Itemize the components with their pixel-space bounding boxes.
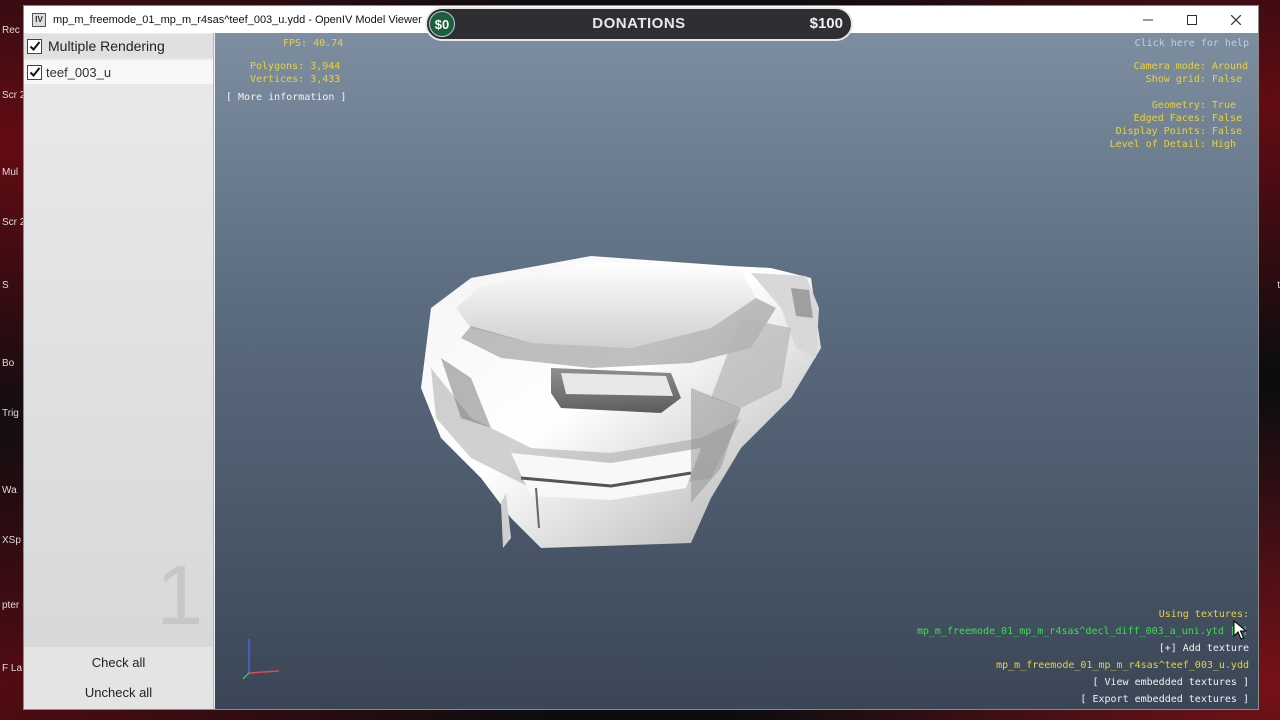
checkmark-icon <box>29 41 40 51</box>
desktop-label: t <box>1277 280 1280 291</box>
show-grid-readout[interactable]: Show grid: False <box>1146 74 1242 85</box>
openiv-app-icon: IV <box>32 12 46 27</box>
checkbox[interactable] <box>27 38 42 54</box>
display-points-readout[interactable]: Display Points: False <box>1116 126 1242 137</box>
desktop-label: XSp <box>2 535 21 546</box>
desktop-label: Trig <box>2 408 19 419</box>
texture-file-link[interactable]: mp_m_freemode_01_mp_m_r4sas^decl_diff_00… <box>917 626 1248 637</box>
list-item-label: teef_003_u <box>46 64 112 80</box>
donation-progress-bar: $0 DONATIONS $100 <box>425 7 853 41</box>
checkmark-icon <box>29 67 40 77</box>
uncheck-all-button[interactable]: Uncheck all <box>24 679 213 707</box>
donation-goal-amount: $100 <box>809 15 843 32</box>
list-item-label: Multiple Rendering <box>48 38 165 54</box>
desktop-label: Scr 202 <box>2 90 24 101</box>
polygons-readout: Polygons: 3,944 <box>250 61 341 72</box>
view-embedded-textures-link[interactable]: [ View embedded textures ] <box>1092 677 1249 688</box>
close-button[interactable] <box>1214 6 1258 33</box>
fps-readout: FPS: 40.74 <box>283 38 344 49</box>
desktop-label: pter <box>2 600 20 611</box>
donation-label: DONATIONS <box>592 15 686 32</box>
mouse-cursor-icon <box>1233 620 1247 640</box>
help-link[interactable]: Click here for help <box>1135 38 1249 49</box>
desktop-label: F La <box>2 663 23 674</box>
vertices-readout: Vertices: 3,433 <box>250 74 341 85</box>
more-information-link[interactable]: [ More information ] <box>226 92 346 103</box>
3d-viewport[interactable]: FPS: 40.74 Polygons: 3,944 Vertices: 3,4… <box>215 33 1258 709</box>
using-textures-label: Using textures: <box>1158 609 1249 620</box>
desktop-label: S <box>2 280 9 291</box>
desktop-label: Scr 202 <box>2 217 24 228</box>
close-icon <box>1231 14 1241 25</box>
render-list: Multiple Rendering teef_003_u 1 <box>24 33 213 647</box>
desktop-label: Bo <box>2 358 15 369</box>
lod-readout[interactable]: Level of Detail: High <box>1110 139 1236 150</box>
window-title: mp_m_freemode_01_mp_m_r4sas^teef_003_u.y… <box>53 13 422 26</box>
check-all-button[interactable]: Check all <box>24 649 213 677</box>
list-item-teef-003-u[interactable]: teef_003_u <box>24 60 213 84</box>
camera-mode-readout[interactable]: Camera mode: Around <box>1134 61 1248 72</box>
list-item-multiple-rendering[interactable]: Multiple Rendering <box>24 34 213 58</box>
window-controls <box>1126 6 1258 33</box>
desktop-label: Rec <box>2 25 20 36</box>
openiv-model-viewer-window: IV mp_m_freemode_01_mp_m_r4sas^teef_003_… <box>23 5 1259 710</box>
add-texture-link[interactable]: [+] Add texture <box>1159 643 1249 654</box>
minimize-icon <box>1143 19 1153 20</box>
geometry-readout[interactable]: Geometry: True <box>1152 100 1236 111</box>
edged-faces-readout[interactable]: Edged Faces: False <box>1134 113 1242 124</box>
minimize-button[interactable] <box>1126 6 1170 33</box>
model-count: 1 <box>156 548 203 642</box>
desktop-label: Wa <box>2 485 17 496</box>
bag-3d-model <box>421 256 821 548</box>
render-list-panel: Multiple Rendering teef_003_u 1 Check al… <box>24 33 214 709</box>
check-buttons: Check all Uncheck all <box>24 647 213 709</box>
checkbox[interactable] <box>27 64 42 80</box>
maximize-icon <box>1187 14 1197 25</box>
desktop-label: Mul <box>2 167 19 178</box>
axis-gizmo-icon <box>242 639 280 680</box>
export-embedded-textures-link[interactable]: [ Export embedded textures ] <box>1080 694 1249 705</box>
model-file-label: mp_m_freemode_01_mp_m_r4sas^teef_003_u.y… <box>996 660 1249 671</box>
maximize-button[interactable] <box>1170 6 1214 33</box>
